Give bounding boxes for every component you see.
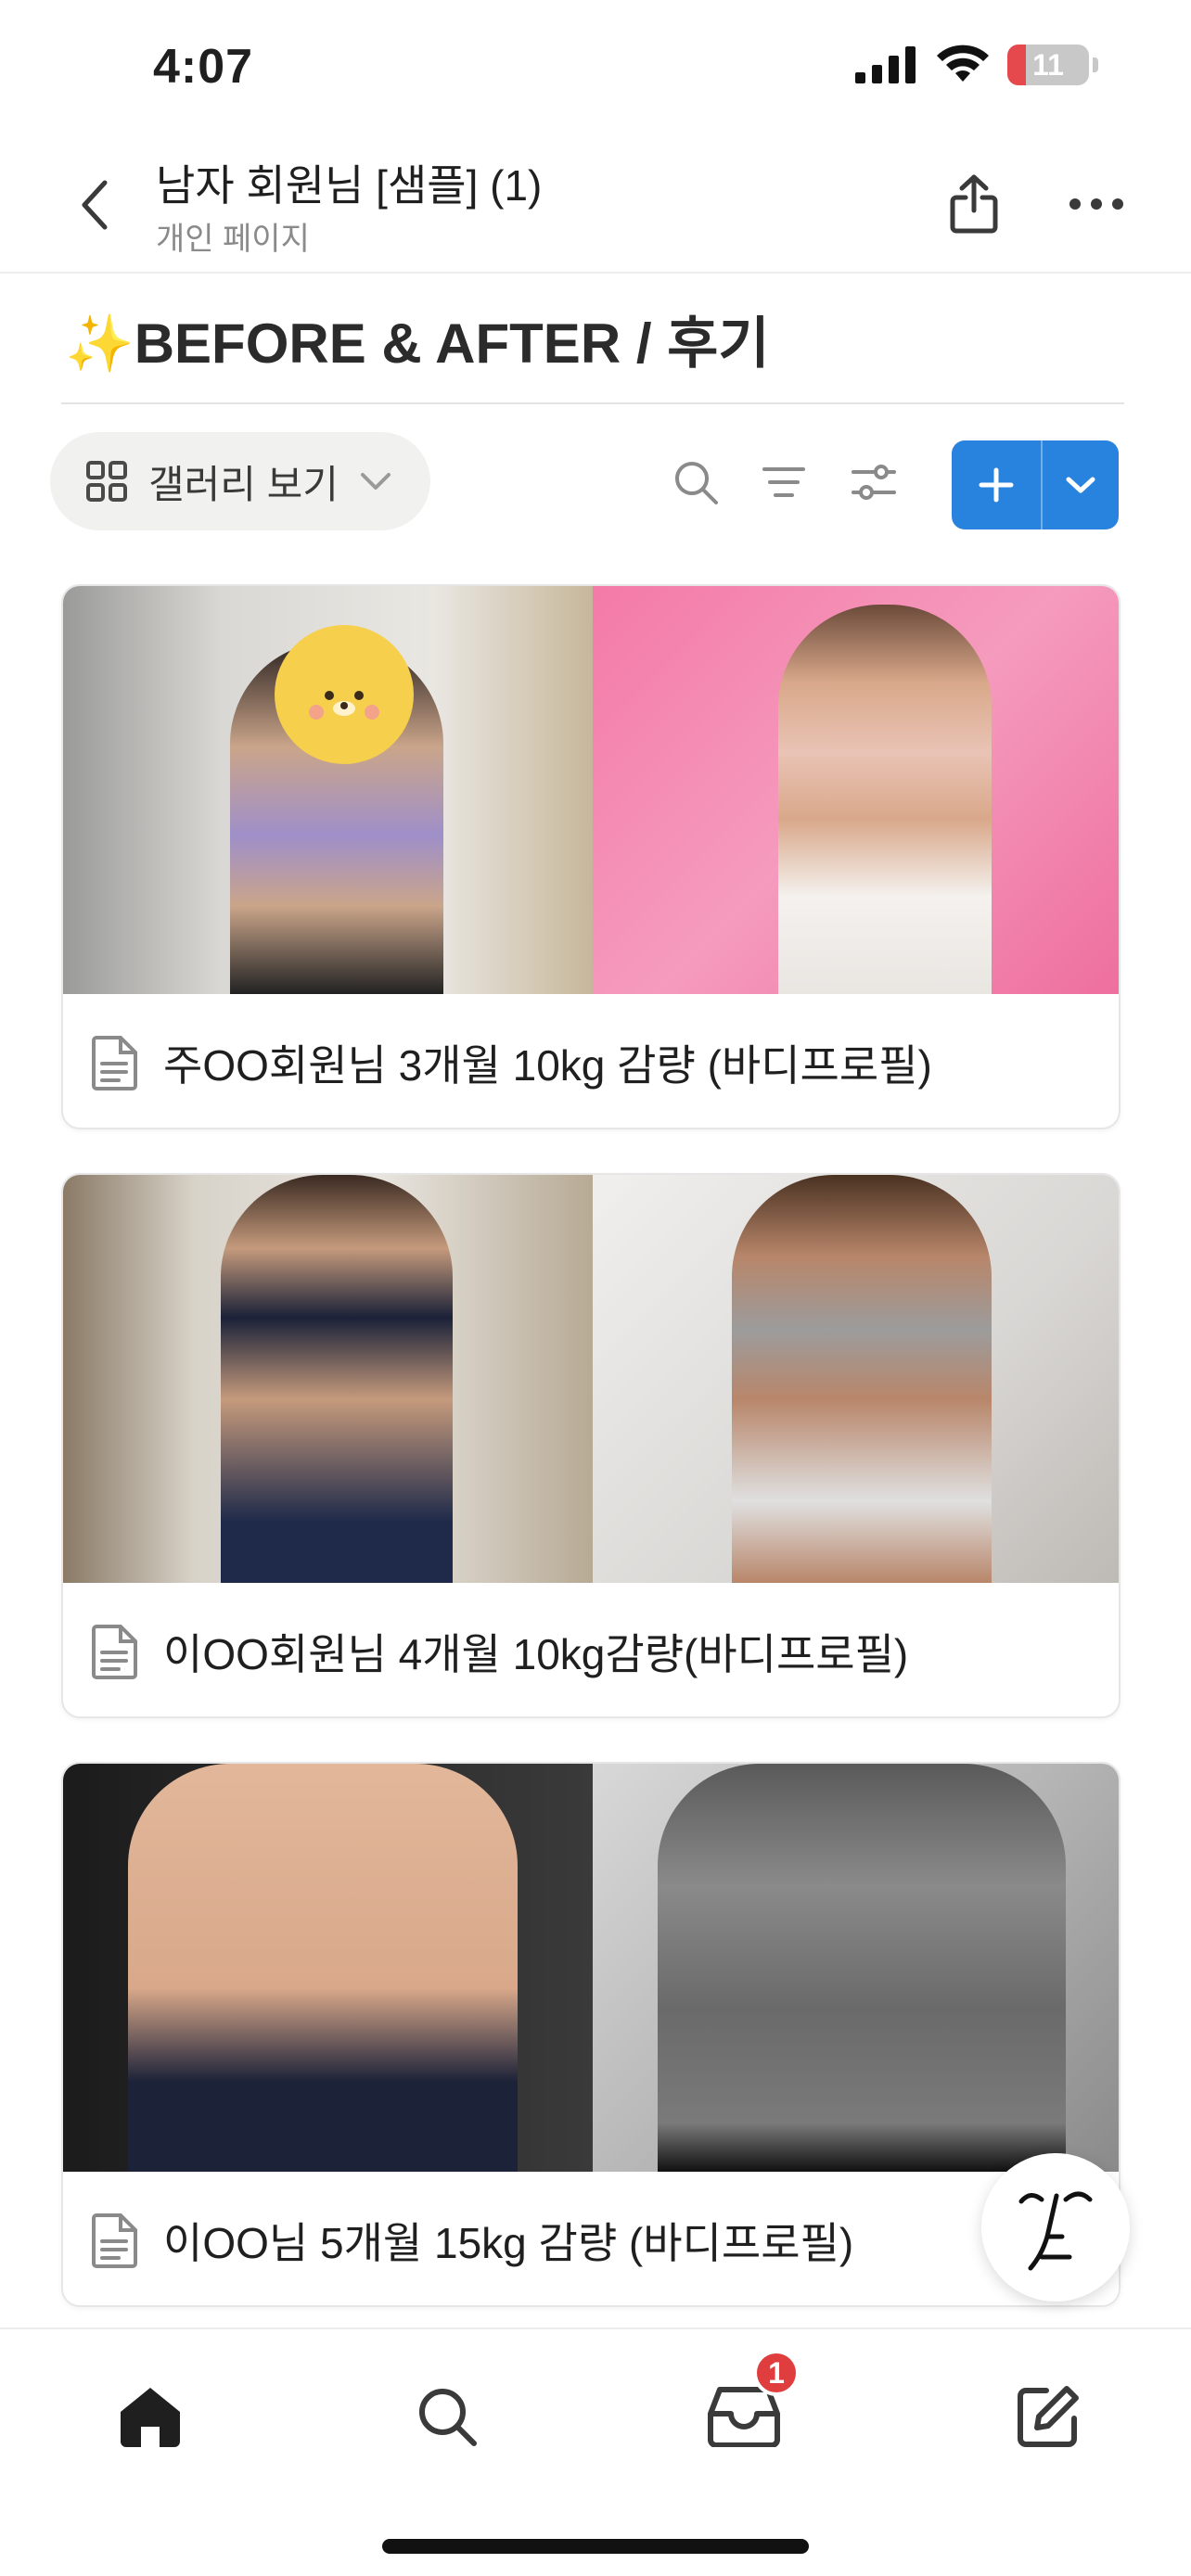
more-options-button[interactable] xyxy=(1065,176,1128,232)
battery-icon: 11 xyxy=(1007,45,1089,85)
ai-face-icon xyxy=(1018,2191,1093,2271)
page-title: ✨BEFORE & AFTER / 후기 xyxy=(65,312,770,375)
wifi-icon xyxy=(937,45,989,82)
bear-sticker xyxy=(275,625,414,764)
search-button[interactable] xyxy=(668,454,724,510)
status-time: 4:07 xyxy=(153,40,254,94)
new-page-options-button[interactable] xyxy=(1043,440,1119,529)
home-indicator xyxy=(382,2539,809,2554)
share-button[interactable] xyxy=(944,167,1004,241)
card-footer: 주OO회원님 3개월 10kg 감량 (바디프로필) xyxy=(63,994,1119,1128)
status-bar: 4:07 11 xyxy=(0,0,1191,130)
share-icon xyxy=(950,174,998,234)
more-horizontal-icon xyxy=(1069,198,1123,210)
before-photo xyxy=(63,1764,593,2172)
tab-home[interactable] xyxy=(104,2370,197,2463)
chevron-down-icon xyxy=(360,473,391,490)
divider xyxy=(61,402,1124,404)
card-cover-image xyxy=(63,1175,1119,1583)
before-photo xyxy=(63,1175,593,1583)
plus-icon xyxy=(979,467,1014,503)
card-title: 이OO님 5개월 15kg 감량 (바디프로필) xyxy=(163,2219,854,2267)
page-document-icon xyxy=(92,2213,137,2268)
gallery-card[interactable]: 이OO회원님 4개월 10kg감량(바디프로필) xyxy=(61,1173,1121,1718)
chevron-down-icon xyxy=(1066,477,1095,493)
view-selector-label: 갤러리 보기 xyxy=(148,462,339,506)
tab-search[interactable] xyxy=(401,2370,493,2463)
status-icons: 11 xyxy=(855,45,1098,85)
gallery-grid-icon xyxy=(86,461,127,502)
after-photo xyxy=(593,1764,1119,2172)
page-document-icon xyxy=(92,1036,137,1090)
card-cover-image xyxy=(63,586,1119,994)
search-icon xyxy=(419,2389,477,2446)
tab-new-page[interactable] xyxy=(1002,2370,1095,2463)
card-title: 이OO회원님 4개월 10kg감량(바디프로필) xyxy=(163,1630,909,1678)
filter-settings-button[interactable] xyxy=(846,454,902,510)
search-icon xyxy=(675,462,718,504)
sliders-icon xyxy=(852,465,896,500)
add-button[interactable] xyxy=(952,440,1041,529)
card-footer: 이OO님 5개월 15kg 감량 (바디프로필) xyxy=(63,2172,1119,2305)
battery-level: 11 xyxy=(1032,47,1064,82)
ai-assistant-button[interactable] xyxy=(981,2153,1130,2302)
card-cover-image xyxy=(63,1764,1119,2172)
page-header-title: 남자 회원님 [샘플] (1) xyxy=(156,161,543,210)
nav-header: 남자 회원님 [샘플] (1) 개인 페이지 xyxy=(0,139,1191,274)
before-photo xyxy=(63,586,593,994)
gallery-card[interactable]: 주OO회원님 3개월 10kg 감량 (바디프로필) xyxy=(61,584,1121,1129)
page-document-icon xyxy=(92,1625,137,1679)
home-icon xyxy=(121,2388,180,2447)
after-photo xyxy=(593,586,1119,994)
gallery-card[interactable]: 이OO님 5개월 15kg 감량 (바디프로필) xyxy=(61,1762,1121,2307)
bottom-tab-bar: 1 xyxy=(0,2327,1191,2576)
after-photo xyxy=(593,1175,1119,1583)
page-header-subtitle: 개인 페이지 xyxy=(156,222,310,257)
back-button[interactable] xyxy=(67,172,122,237)
edit-icon xyxy=(1018,2386,1079,2447)
sort-icon xyxy=(762,467,805,497)
chevron-left-icon xyxy=(82,180,108,230)
bear-face-icon xyxy=(292,647,396,744)
new-page-button[interactable] xyxy=(952,440,1119,529)
card-footer: 이OO회원님 4개월 10kg감량(바디프로필) xyxy=(63,1583,1119,1716)
signal-icon xyxy=(855,46,916,83)
card-title: 주OO회원님 3개월 10kg 감량 (바디프로필) xyxy=(163,1041,932,1090)
battery-cap xyxy=(1093,57,1098,72)
sort-button[interactable] xyxy=(756,454,812,510)
view-selector[interactable]: 갤러리 보기 xyxy=(50,432,430,530)
inbox-notification-badge: 1 xyxy=(753,2350,800,2396)
